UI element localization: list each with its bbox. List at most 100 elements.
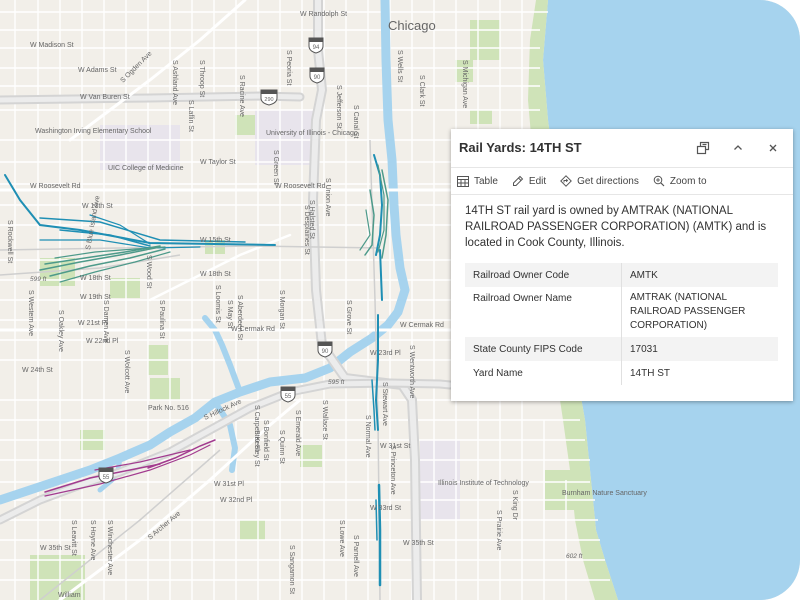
table-row: Yard Name 14TH ST bbox=[465, 361, 778, 385]
street-18th-2: W 18th St bbox=[200, 271, 231, 278]
edit-action-label: Edit bbox=[528, 175, 547, 187]
table-icon bbox=[457, 175, 469, 187]
street-desplaines: S Desplaines St bbox=[303, 205, 310, 255]
street-peoria: S Peoria St bbox=[285, 50, 292, 85]
shield-55-b-text: 55 bbox=[103, 475, 110, 481]
attribute-value: 14TH ST bbox=[630, 367, 671, 379]
street-van-buren: W Van Buren St bbox=[80, 94, 130, 101]
shield-90-south: 90 bbox=[317, 341, 333, 358]
street-throop: S Throop St bbox=[198, 60, 205, 97]
edit-icon bbox=[512, 175, 524, 186]
table-action-label: Table bbox=[474, 175, 498, 187]
street-may: S May St bbox=[226, 300, 233, 328]
city-label: Chicago bbox=[388, 18, 436, 33]
place-label-william: William bbox=[58, 592, 81, 599]
street-wentworth: S Wentworth Ave bbox=[408, 345, 415, 399]
street-michigan: S Michigan Ave bbox=[461, 60, 468, 108]
directions-icon bbox=[560, 175, 573, 187]
street-parnell: S Parnell Ave bbox=[352, 535, 359, 577]
shield-94: 94 bbox=[308, 37, 324, 54]
popup-actions: Table Edit Get directions Zoom to bbox=[451, 168, 793, 195]
place-label-burnham: Burnham Nature Sanctuary bbox=[562, 490, 647, 497]
street-loomis: S Loomis St bbox=[214, 285, 221, 323]
attribute-value: 17031 bbox=[621, 337, 778, 361]
close-icon bbox=[769, 144, 777, 152]
attribute-value: AMTRAK (NATIONAL RAILROAD PASSENGER CORP… bbox=[630, 292, 746, 331]
street-prairie: S Prairie Ave bbox=[495, 510, 502, 550]
place-label-iit: Illinois Institute of Technology bbox=[438, 480, 529, 487]
street-princeton: S Princeton Ave bbox=[389, 445, 396, 495]
table-row: State County FIPS Code 17031 bbox=[465, 337, 778, 361]
attribute-table: Railroad Owner Code AMTK Railroad Owner … bbox=[465, 263, 778, 385]
elevation-595: 595 ft bbox=[328, 379, 345, 386]
street-wolcott: S Wolcott Ave bbox=[123, 350, 130, 393]
map-frame: 94 90 290 90 55 55 Chicago University of… bbox=[0, 0, 800, 600]
chevron-up-icon bbox=[734, 145, 742, 150]
street-roosevelt: W Roosevelt Rd bbox=[30, 183, 81, 190]
attribute-label: State County FIPS Code bbox=[465, 337, 622, 361]
close-button[interactable] bbox=[762, 137, 784, 159]
feature-popup: Rail Yards: 14TH ST Table Edit Get direc… bbox=[451, 129, 793, 401]
attribute-value: AMTK bbox=[621, 263, 778, 287]
street-western: S Western Ave bbox=[27, 290, 34, 336]
street-rockwell: S Rockwell St bbox=[6, 220, 13, 263]
street-hoyne: S Hoyne Ave bbox=[89, 520, 96, 560]
street-23rd-pl: W 23rd Pl bbox=[370, 350, 401, 357]
street-damen: S Damen Ave bbox=[102, 300, 109, 343]
street-morgan: S Morgan St bbox=[278, 290, 285, 329]
street-laflin: S Laflin St bbox=[187, 100, 194, 132]
table-row: Railroad Owner Name AMTRAK (NATIONAL RAI… bbox=[465, 287, 778, 337]
street-adams: W Adams St bbox=[78, 67, 117, 74]
popup-title: Rail Yards: 14TH ST bbox=[459, 140, 582, 155]
street-grove: S Grove St bbox=[345, 300, 352, 334]
street-stewart: S Stewart Ave bbox=[381, 382, 388, 426]
street-canal: S Canal St bbox=[352, 105, 359, 139]
directions-action-label: Get directions bbox=[577, 175, 639, 187]
street-32nd-pl: W 32nd Pl bbox=[220, 497, 253, 504]
street-racine: S Racine Ave bbox=[238, 75, 245, 117]
street-paulina: S Paulina St bbox=[158, 300, 165, 339]
street-taylor: W Taylor St bbox=[200, 159, 236, 166]
zoom-action[interactable]: Zoom to bbox=[653, 175, 707, 187]
street-madison: W Madison St bbox=[30, 42, 74, 49]
table-action[interactable]: Table bbox=[457, 175, 498, 187]
place-label-washington-irving: Washington Irving Elementary School bbox=[35, 128, 152, 135]
street-wood: S Wood St bbox=[145, 255, 152, 288]
directions-action[interactable]: Get directions bbox=[560, 175, 639, 187]
street-lowe: S Lowe Ave bbox=[338, 520, 345, 557]
street-ashland: S Ashland Ave bbox=[171, 60, 178, 105]
street-aberdeen: S Aberdeen St bbox=[236, 295, 243, 340]
zoom-icon bbox=[653, 175, 665, 187]
street-24th: W 24th St bbox=[22, 367, 53, 374]
attribute-label: Railroad Owner Name bbox=[465, 287, 622, 337]
street-roosevelt-2: W Roosevelt Rd bbox=[275, 183, 326, 190]
shield-55-b: 55 bbox=[98, 467, 114, 484]
street-king: S King Dr bbox=[511, 490, 518, 521]
shield-290-text: 290 bbox=[264, 97, 273, 103]
street-35th-2: W 35th St bbox=[403, 540, 434, 547]
street-15th: W 15th St bbox=[200, 237, 231, 244]
shield-290: 290 bbox=[260, 89, 278, 106]
street-randolph: W Randolph St bbox=[300, 11, 347, 18]
dock-icon bbox=[696, 141, 710, 155]
street-wallace: S Wallace St bbox=[321, 400, 328, 440]
dock-button[interactable] bbox=[692, 137, 714, 159]
edit-action[interactable]: Edit bbox=[512, 175, 546, 187]
street-wells: S Wells St bbox=[396, 50, 403, 82]
elevation-599: 599 ft bbox=[30, 276, 47, 283]
place-label-uic-med: UIC College of Medicine bbox=[108, 165, 184, 172]
street-keeley: S Keeley St bbox=[253, 430, 260, 467]
street-jefferson: S Jefferson St bbox=[335, 85, 342, 129]
street-31st-pl: W 31st Pl bbox=[214, 481, 244, 488]
street-quinn: S Quinn St bbox=[278, 430, 285, 464]
table-row: Railroad Owner Code AMTK bbox=[465, 263, 778, 287]
elevation-602: 602 ft bbox=[566, 553, 583, 560]
popup-description: 14TH ST rail yard is owned by AMTRAK (NA… bbox=[465, 205, 767, 249]
popup-header: Rail Yards: 14TH ST bbox=[451, 129, 793, 168]
attribute-label: Yard Name bbox=[465, 361, 622, 385]
street-cermak-2: W Cermak Rd bbox=[400, 322, 444, 329]
collapse-button[interactable] bbox=[727, 137, 749, 159]
street-clark: S Clark St bbox=[418, 75, 425, 107]
shield-94-text: 94 bbox=[313, 45, 320, 51]
street-normal: S Normal Ave bbox=[364, 415, 371, 458]
